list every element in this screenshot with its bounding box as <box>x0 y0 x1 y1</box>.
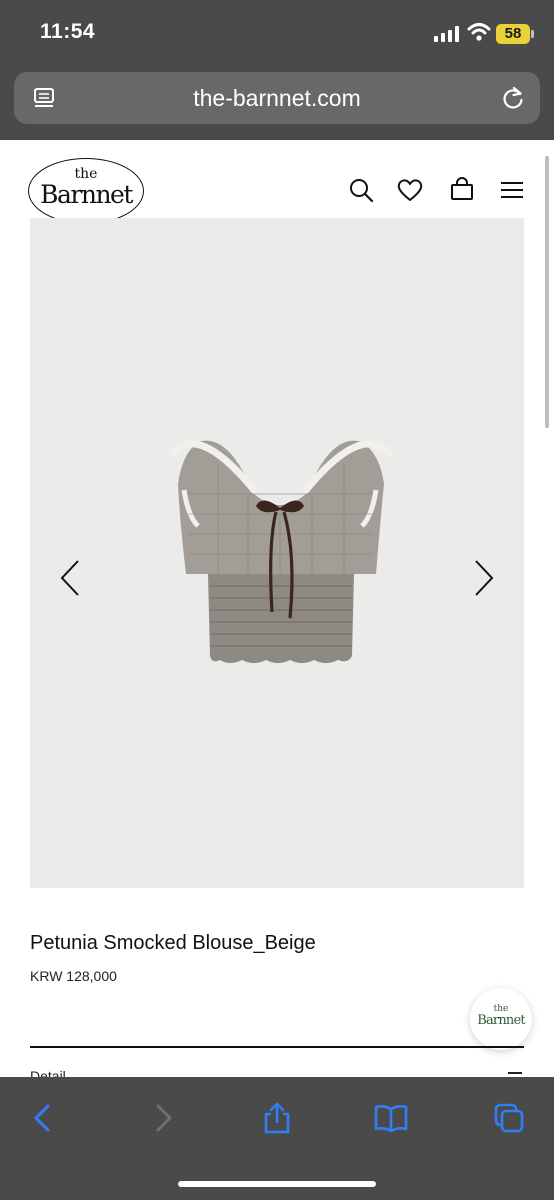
battery-level: 58 <box>496 24 530 44</box>
scroll-indicator <box>545 156 549 428</box>
home-indicator <box>178 1181 376 1187</box>
url-text[interactable]: the-barnnet.com <box>14 85 540 112</box>
site-logo[interactable]: the Barnnet <box>28 158 144 224</box>
back-icon[interactable] <box>26 1101 60 1135</box>
product-title: Petunia Smocked Blouse_Beige <box>30 932 316 954</box>
screen: 11:54 58 the-barnnet.com the Barnnet Pet… <box>0 0 554 1200</box>
product-price: KRW 128,000 <box>30 968 117 984</box>
search-icon[interactable] <box>347 176 375 204</box>
carousel-prev-arrow-icon[interactable] <box>58 558 82 598</box>
address-bar[interactable]: the-barnnet.com <box>14 72 540 124</box>
share-icon[interactable] <box>260 1101 294 1135</box>
status-time: 11:54 <box>40 20 96 43</box>
carousel-next-arrow-icon[interactable] <box>472 558 496 598</box>
wifi-icon <box>467 23 491 41</box>
product-image-carousel[interactable] <box>30 218 524 888</box>
menu-icon[interactable] <box>498 176 526 204</box>
forward-icon[interactable] <box>146 1101 180 1135</box>
tabs-icon[interactable] <box>492 1101 526 1135</box>
battery-tip <box>531 30 534 38</box>
heart-icon[interactable] <box>396 176 424 204</box>
logo-name: Barnnet <box>40 180 133 209</box>
chat-badge-button[interactable]: the Barnnet <box>470 988 532 1050</box>
bookmarks-icon[interactable] <box>374 1101 408 1135</box>
detail-toggle-icon[interactable] <box>508 1072 522 1074</box>
browser-toolbar <box>0 1077 554 1200</box>
cart-icon[interactable] <box>448 176 476 204</box>
reload-icon[interactable] <box>500 85 526 111</box>
browser-top-chrome: 11:54 58 the-barnnet.com <box>0 0 554 140</box>
badge-name: Barnnet <box>477 1013 525 1028</box>
section-divider <box>30 1046 524 1048</box>
cellular-signal-icon <box>434 26 460 42</box>
product-photo <box>168 440 394 663</box>
